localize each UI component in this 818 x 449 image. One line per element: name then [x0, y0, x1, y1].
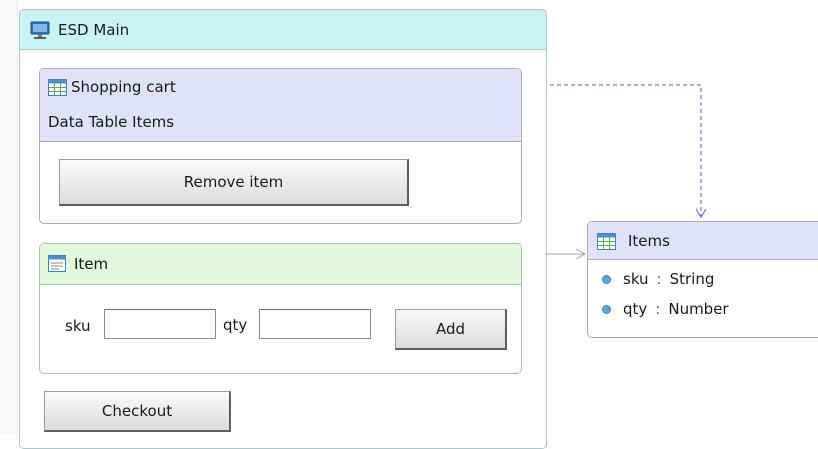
item-title: Item [74, 255, 109, 273]
field-name: qty [623, 300, 648, 318]
checkout-button[interactable]: Checkout [44, 391, 231, 432]
items-entity-title: Items [628, 232, 670, 250]
field-separator: : [655, 300, 661, 318]
shopping-cart-subtitle: Data Table Items [48, 113, 175, 131]
item-header[interactable]: Item [40, 244, 521, 285]
shopping-cart-panel[interactable]: Shopping cart Data Table Items Remove it… [39, 68, 522, 224]
shopping-cart-title: Shopping cart [71, 78, 176, 96]
remove-item-button[interactable]: Remove item [59, 159, 409, 206]
shopping-cart-header[interactable]: Shopping cart Data Table Items [40, 69, 521, 142]
items-entity-header[interactable]: Items [588, 222, 818, 260]
field-dot-icon [602, 274, 611, 284]
field-separator: : [656, 270, 662, 288]
item-panel[interactable]: Item sku qty Add [39, 243, 522, 374]
esd-main-title: ESD Main [58, 21, 130, 39]
sku-input[interactable] [104, 309, 216, 339]
monitor-icon [30, 21, 50, 39]
esd-main-header[interactable]: ESD Main [20, 10, 546, 50]
field-type: Number [668, 300, 729, 318]
entity-field-row[interactable]: qty : Number [602, 299, 729, 319]
dashed-link-connector [522, 84, 702, 217]
items-entity[interactable]: Items sku : String qty : Number [587, 221, 818, 338]
field-type: String [669, 270, 715, 288]
entity-field-row[interactable]: sku : String [602, 269, 714, 289]
field-name: sku [623, 270, 649, 288]
add-button[interactable]: Add [395, 309, 507, 350]
qty-label: qty [223, 316, 248, 334]
table-icon [597, 233, 616, 250]
qty-input[interactable] [259, 309, 371, 339]
table-icon [48, 79, 67, 96]
sku-label: sku [65, 317, 91, 335]
form-icon [48, 255, 66, 272]
field-dot-icon [602, 304, 611, 314]
